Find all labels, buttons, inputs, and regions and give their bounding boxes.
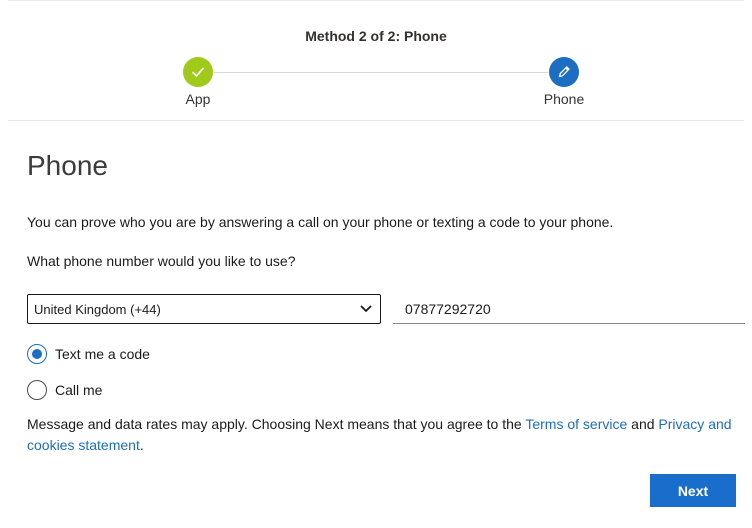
phone-number-input[interactable] [393, 294, 745, 324]
disclaimer-end: . [139, 437, 144, 453]
page-description: You can prove who you are by answering a… [27, 214, 614, 230]
call-me-option[interactable]: Call me [27, 380, 102, 400]
top-divider [8, 0, 744, 1]
chevron-down-icon [360, 305, 372, 313]
text-me-option[interactable]: Text me a code [27, 344, 150, 364]
next-button[interactable]: Next [650, 474, 736, 507]
text-me-radio[interactable] [27, 344, 47, 364]
header-divider [8, 120, 744, 121]
step-phone-indicator [549, 57, 579, 87]
page-title: Phone [27, 150, 108, 181]
checkmark-icon [192, 67, 204, 77]
country-code-select[interactable]: United Kingdom (+44) [27, 294, 381, 324]
pencil-icon [558, 66, 570, 78]
progress-title: Method 2 of 2: Phone [305, 28, 447, 44]
step-app-label: App [185, 91, 211, 107]
disclaimer-text: Message and data rates may apply. Choosi… [27, 414, 739, 456]
country-code-value: United Kingdom (+44) [34, 301, 161, 317]
terms-of-service-link[interactable]: Terms of service [525, 416, 627, 432]
text-me-label: Text me a code [55, 346, 150, 362]
step-app-indicator [183, 57, 213, 87]
disclaimer-start: Message and data rates may apply. Choosi… [27, 416, 526, 432]
step-connector [214, 72, 548, 73]
phone-question: What phone number would you like to use? [27, 253, 296, 269]
disclaimer-middle: and [627, 416, 659, 432]
step-phone-label: Phone [543, 91, 585, 107]
call-me-label: Call me [55, 382, 103, 398]
call-me-radio[interactable] [27, 380, 47, 400]
